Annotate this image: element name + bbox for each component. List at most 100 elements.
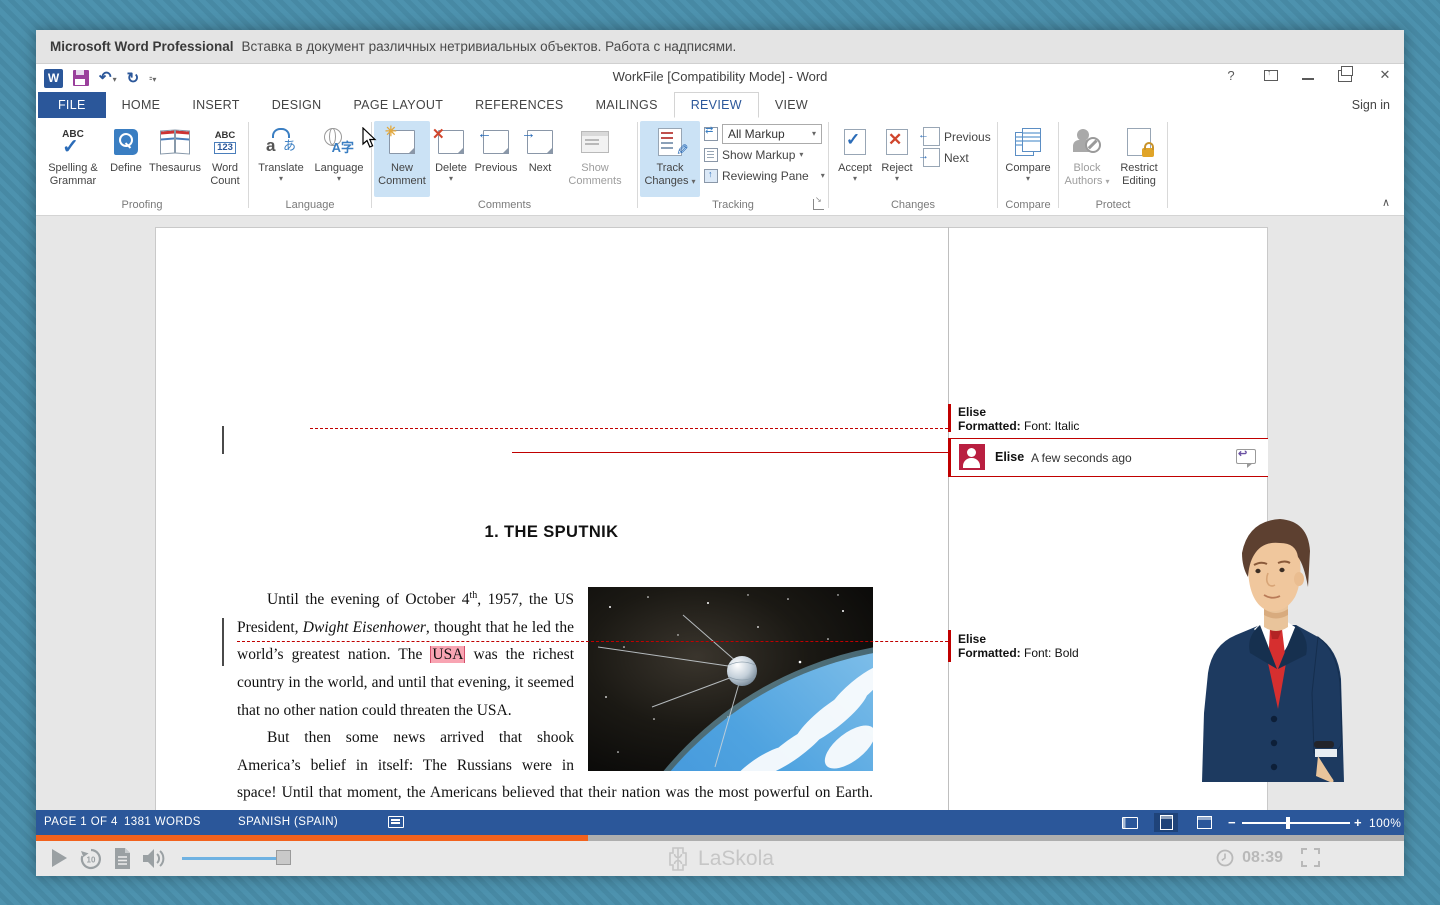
compare-icon: [1015, 128, 1041, 156]
accept-button[interactable]: ✓ Accept ▾: [833, 121, 877, 197]
zoom-slider-handle[interactable]: [1286, 817, 1290, 829]
next-comment-icon: →: [527, 130, 553, 154]
app-title: Microsoft Word Professional: [50, 39, 234, 54]
markup-entry-bold[interactable]: Elise Formatted: Font: Bold: [958, 632, 1079, 660]
tab-file[interactable]: FILE: [38, 92, 106, 118]
new-comment-button[interactable]: ✳ NewComment: [374, 121, 430, 197]
tracking-dialog-launcher-icon[interactable]: [813, 199, 824, 210]
document-body: Until the evening of October 4th, 1957, …: [237, 582, 873, 810]
group-label-comments: Comments: [372, 199, 637, 211]
tab-mailings[interactable]: MAILINGS: [580, 92, 674, 118]
markup-select[interactable]: All Markup▾: [722, 124, 822, 144]
delete-comment-button[interactable]: ✕ Delete ▾: [430, 121, 472, 197]
close-icon[interactable]: ✕: [1376, 67, 1394, 83]
define-button[interactable]: Define: [106, 121, 146, 197]
markup-area-divider: [948, 227, 949, 810]
track-changes-button[interactable]: TrackChanges ▾: [640, 121, 700, 197]
language-indicator[interactable]: SPANISH (SPAIN): [238, 816, 338, 828]
markup-entry-tick: [948, 404, 951, 432]
tab-view[interactable]: VIEW: [759, 92, 824, 118]
translate-icon: aあ: [266, 128, 296, 156]
reviewing-pane-button[interactable]: Reviewing Pane▾: [704, 165, 825, 186]
ribbon-tab-row: FILE HOME INSERT DESIGN PAGE LAYOUT REFE…: [36, 92, 1404, 119]
restore-icon[interactable]: [1338, 70, 1352, 82]
zoom-in-button[interactable]: +: [1354, 815, 1362, 830]
comment-time: A few seconds ago: [1031, 451, 1132, 465]
zoom-slider[interactable]: [1242, 822, 1350, 824]
tab-design[interactable]: DESIGN: [256, 92, 338, 118]
tab-page-layout[interactable]: PAGE LAYOUT: [337, 92, 459, 118]
revision-connector-dashed: [310, 428, 948, 429]
thesaurus-button[interactable]: Thesaurus: [146, 121, 204, 197]
previous-change-button[interactable]: ← Previous: [923, 126, 991, 147]
sign-in-link[interactable]: Sign in: [1352, 98, 1390, 112]
minimize-icon[interactable]: [1302, 78, 1314, 80]
help-icon[interactable]: ?: [1222, 68, 1240, 83]
read-mode-button[interactable]: [1118, 813, 1142, 832]
restrict-editing-button[interactable]: RestrictEditing: [1113, 121, 1165, 197]
compare-button[interactable]: Compare ▾: [999, 121, 1057, 197]
group-label-changes: Changes: [829, 199, 997, 211]
accept-icon: ✓: [844, 129, 866, 155]
brand: LaSkola: [36, 846, 1404, 872]
quick-access-row: W ↶▾ ↻ ⹀▾ WorkFile [Compatibility Mode] …: [36, 64, 1404, 92]
language-button[interactable]: A字 Language ▾: [310, 121, 368, 197]
show-markup-icon: [704, 148, 718, 162]
show-comments-button: ShowComments: [562, 121, 628, 197]
next-change-icon: →: [923, 148, 940, 167]
document-heading: 1. THE SPUTNIK: [155, 523, 948, 542]
ribbon-display-icon[interactable]: [1264, 70, 1278, 81]
tab-references[interactable]: REFERENCES: [459, 92, 579, 118]
spelling-grammar-button[interactable]: ABC✓ Spelling &Grammar: [40, 121, 106, 197]
laskola-logo-icon: [666, 846, 690, 872]
reviewing-pane-icon: [704, 169, 718, 183]
tab-review[interactable]: REVIEW: [674, 92, 759, 118]
zoom-out-button[interactable]: −: [1228, 815, 1236, 830]
word-count-button[interactable]: ABC123 WordCount: [204, 121, 246, 197]
comment-author: Elise: [995, 450, 1024, 464]
thesaurus-icon: [160, 130, 190, 154]
group-label-proofing: Proofing: [36, 199, 248, 211]
status-bar: PAGE 1 OF 4 1381 WORDS SPANISH (SPAIN) −…: [36, 810, 1404, 835]
document-area: 1. THE SPUTNIK: [36, 216, 1404, 810]
presenter-character: [1202, 513, 1344, 782]
group-label-protect: Protect: [1059, 199, 1167, 211]
word-count-indicator[interactable]: 1381 WORDS: [124, 816, 201, 828]
lesson-titlebar: Microsoft Word Professional Вставка в до…: [36, 30, 1404, 64]
markup-entry-italic[interactable]: Elise Formatted: Font: Italic: [958, 405, 1079, 433]
word-window: Microsoft Word Professional Вставка в до…: [36, 30, 1404, 876]
define-icon: [114, 129, 138, 155]
translate-button[interactable]: aあ Translate ▾: [252, 121, 310, 197]
fullscreen-icon[interactable]: [1301, 848, 1320, 867]
tab-home[interactable]: HOME: [106, 92, 177, 118]
reply-comment-icon[interactable]: [1236, 449, 1256, 464]
reject-button[interactable]: ✕ Reject ▾: [877, 121, 917, 197]
track-changes-icon: [658, 128, 682, 156]
show-markup-button[interactable]: Show Markup▾: [704, 144, 825, 165]
lesson-title: Вставка в документ различных нетривиальн…: [242, 39, 737, 54]
page-indicator[interactable]: PAGE 1 OF 4: [44, 816, 118, 828]
group-label-compare: Compare: [998, 199, 1058, 211]
tab-insert[interactable]: INSERT: [176, 92, 255, 118]
next-change-button[interactable]: → Next: [923, 147, 991, 168]
zoom-level[interactable]: 100%: [1369, 816, 1401, 830]
comment-card[interactable]: Elise A few seconds ago: [948, 438, 1268, 477]
restrict-editing-icon: [1127, 128, 1151, 156]
player-bar: 10 LaSkola 08:39: [36, 841, 1404, 876]
block-authors-icon: [1073, 129, 1101, 155]
comment-connector: [512, 452, 948, 453]
reject-icon: ✕: [886, 129, 908, 155]
web-layout-button[interactable]: [1192, 813, 1216, 832]
revision-connector-dashed: [237, 641, 948, 642]
print-layout-button[interactable]: [1154, 813, 1178, 832]
change-bar: [222, 426, 224, 454]
ribbon: ABC✓ Spelling &Grammar Define Thesaurus …: [36, 118, 1404, 216]
keyboard-language-icon[interactable]: [388, 816, 404, 828]
comment-anchor-usa[interactable]: USA: [430, 646, 465, 663]
collapse-ribbon-icon[interactable]: ∧: [1382, 196, 1390, 209]
next-comment-button[interactable]: → Next: [520, 121, 560, 197]
previous-comment-button[interactable]: ← Previous: [472, 121, 520, 197]
markup-entry-tick: [948, 630, 951, 662]
avatar: [959, 444, 985, 470]
document-title: WorkFile [Compatibility Mode] - Word: [36, 69, 1404, 84]
